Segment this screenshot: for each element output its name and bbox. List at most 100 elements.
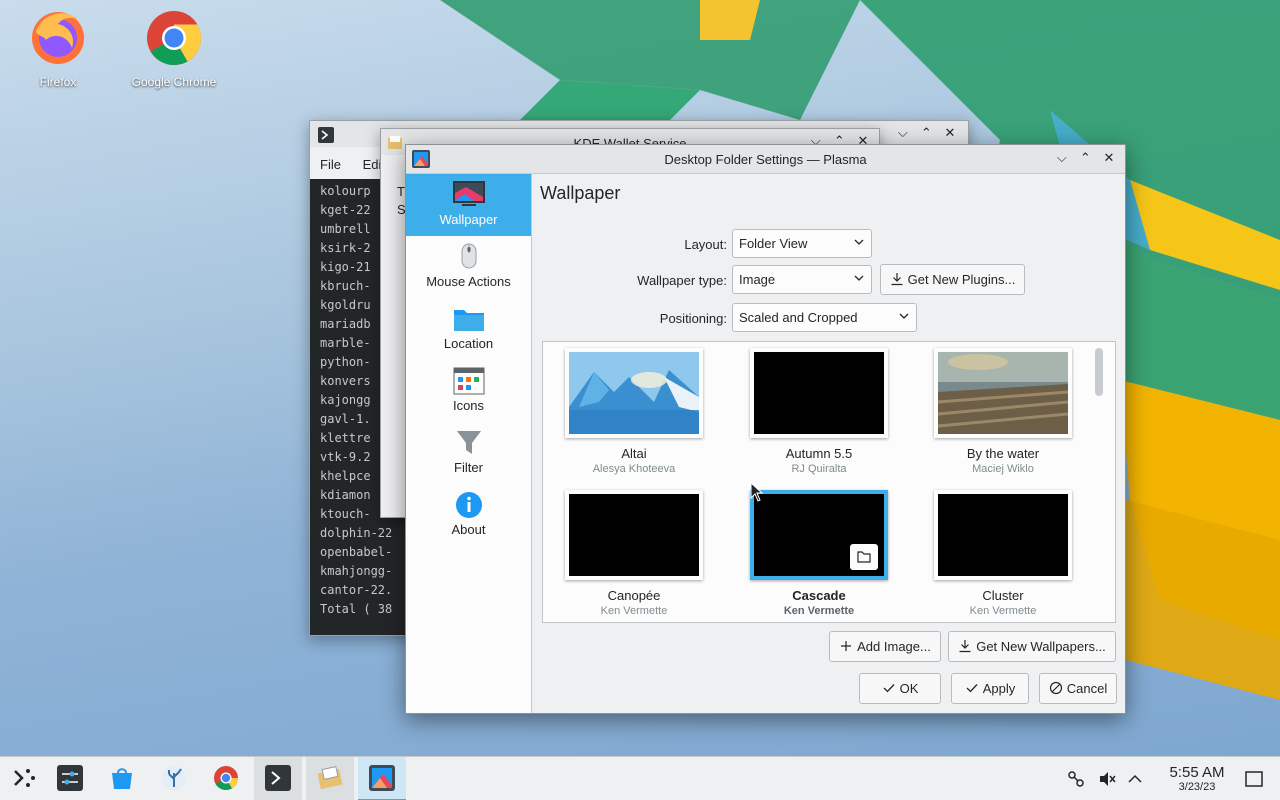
show-desktop-icon[interactable] [1244, 769, 1264, 789]
coral-icon [162, 766, 186, 790]
wallpaper-author: Alesya Khoteeva [592, 463, 676, 475]
wallpaper-type-label: Wallpaper type: [637, 273, 727, 288]
close-icon[interactable]: ✕ [940, 125, 960, 141]
maximize-icon[interactable]: ⌃ [1075, 150, 1095, 166]
wallpaper-tile-cluster[interactable]: Cluster Ken Vermette [934, 490, 1072, 617]
chevron-down-icon [854, 275, 864, 281]
menu-edit[interactable]: Edi [363, 157, 382, 172]
sidebar-item-icons[interactable]: Icons [406, 360, 531, 422]
layout-combobox[interactable]: Folder View [732, 229, 872, 258]
minimize-icon[interactable]: ⌵ [893, 125, 913, 141]
wallpaper-thumbnail [934, 490, 1072, 580]
wallpaper-tile-cascade[interactable]: Cascade Ken Vermette [750, 490, 888, 617]
sidebar-item-filter[interactable]: Filter [406, 422, 531, 484]
wallpaper-thumbnail [750, 348, 888, 438]
ok-label: OK [899, 681, 919, 696]
menu-file[interactable]: File [320, 157, 341, 172]
task-chrome[interactable] [202, 757, 250, 800]
get-new-plugins-button[interactable]: Get New Plugins... [880, 264, 1025, 295]
layout-value: Folder View [739, 236, 808, 251]
wallpaper-author: Ken Vermette [600, 605, 668, 617]
task-konsole[interactable] [254, 757, 302, 800]
wallpaper-type-value: Image [739, 272, 776, 287]
sidebar-item-label: Wallpaper [439, 212, 498, 227]
task-system-settings[interactable] [46, 757, 94, 800]
positioning-combobox[interactable]: Scaled and Cropped [732, 303, 917, 332]
desktop-icon-label: Firefox [39, 75, 77, 89]
sidebar-item-location[interactable]: Location [406, 298, 531, 360]
add-image-button[interactable]: Add Image... [829, 631, 941, 662]
minimize-icon[interactable]: ⌵ [1052, 150, 1072, 166]
desktop-icon-chrome[interactable]: Google Chrome [119, 6, 229, 89]
discover-store-icon [112, 768, 132, 789]
taskbar: 5:55 AM 3/23/23 [0, 756, 1280, 800]
sidebar-item-label: Filter [454, 460, 483, 475]
system-settings-icon [57, 765, 83, 791]
kde-launcher-icon [14, 769, 35, 787]
ok-button[interactable]: OK [859, 673, 941, 704]
task-kwallet[interactable] [306, 757, 354, 800]
cancel-button[interactable]: Cancel [1039, 673, 1117, 704]
sidebar-item-label: About [451, 522, 486, 537]
wallpaper-name: Canopée [607, 588, 661, 603]
wallpaper-tile-by-the-water[interactable]: By the water Maciej Wiklo [934, 348, 1072, 475]
wallpaper-type-combobox[interactable]: Image [732, 265, 872, 294]
application-launcher[interactable] [0, 757, 48, 800]
mouse-icon [461, 243, 476, 269]
task-desktop-folder-settings[interactable] [358, 757, 406, 800]
sidebar-item-mouse-actions[interactable]: Mouse Actions [406, 236, 531, 298]
wallpaper-grid[interactable]: Altai Alesya Khoteeva Autumn 5.5 RJ Quir… [542, 341, 1116, 623]
firefox-icon [32, 12, 84, 64]
desktop-icon-label: Google Chrome [131, 75, 217, 89]
chevron-up-icon[interactable] [1125, 769, 1145, 789]
download-icon [959, 640, 971, 653]
kwallet-icon [317, 766, 343, 790]
chevron-down-icon [899, 313, 909, 319]
wallpaper-tile-autumn[interactable]: Autumn 5.5 RJ Quiralta [750, 348, 888, 475]
sidebar-item-wallpaper[interactable]: Wallpaper [406, 174, 531, 236]
wallpaper-tile-altai[interactable]: Altai Alesya Khoteeva [565, 348, 703, 475]
volume-muted-icon[interactable] [1097, 769, 1117, 789]
positioning-value: Scaled and Cropped [739, 310, 858, 325]
close-icon[interactable]: ✕ [1099, 150, 1119, 166]
wallpaper-name: Cascade [792, 588, 846, 603]
open-folder-button[interactable] [850, 544, 878, 570]
clock-date: 3/23/23 [1178, 781, 1216, 793]
grid-scrollbar[interactable] [1095, 348, 1103, 396]
filter-icon [456, 431, 481, 454]
layout-label: Layout: [684, 237, 727, 252]
get-new-wallpapers-button[interactable]: Get New Wallpapers... [948, 631, 1116, 662]
task-coral[interactable] [150, 757, 198, 800]
plasma-settings-icon [369, 765, 395, 791]
wallpaper-name: Altai [621, 446, 647, 461]
sidebar-item-label: Location [443, 336, 494, 351]
dialog-title: Desktop Folder Settings — Plasma [664, 152, 867, 167]
apply-label: Apply [982, 681, 1016, 696]
wallpaper-tile-canopee[interactable]: Canopée Ken Vermette [565, 490, 703, 617]
wallpaper-author: Maciej Wiklo [972, 463, 1034, 475]
icons-icon [453, 367, 484, 395]
sidebar-item-label: Icons [452, 398, 485, 413]
sidebar-item-about[interactable]: About [406, 484, 531, 546]
cancel-label: Cancel [1066, 681, 1108, 696]
folder-icon [453, 310, 484, 331]
folder-outline-icon [857, 551, 871, 563]
desktop-icon-firefox[interactable]: Firefox [3, 6, 113, 89]
dialog-titlebar[interactable]: Desktop Folder Settings — Plasma ⌵ ⌃ ✕ [406, 145, 1125, 174]
network-icon[interactable] [1066, 769, 1086, 789]
wallpaper-icon [452, 181, 485, 206]
maximize-icon[interactable]: ⌃ [916, 125, 936, 141]
plus-icon [841, 641, 852, 651]
wallpaper-name: By the water [966, 446, 1040, 461]
konsole-icon [318, 127, 334, 143]
chrome-icon [147, 11, 202, 66]
settings-sidebar: Wallpaper Mouse Actions Location Icons F… [406, 174, 532, 713]
chevron-down-icon [854, 239, 864, 245]
digital-clock[interactable]: 5:55 AM 3/23/23 [1162, 764, 1232, 793]
apply-button[interactable]: Apply [951, 673, 1029, 704]
task-discover[interactable] [98, 757, 146, 800]
wallpaper-author: Ken Vermette [969, 605, 1037, 617]
wallpaper-thumbnail [565, 348, 703, 438]
wallpaper-name: Cluster [982, 588, 1024, 603]
desktop-folder-settings-dialog[interactable]: Desktop Folder Settings — Plasma ⌵ ⌃ ✕ W… [405, 144, 1126, 714]
